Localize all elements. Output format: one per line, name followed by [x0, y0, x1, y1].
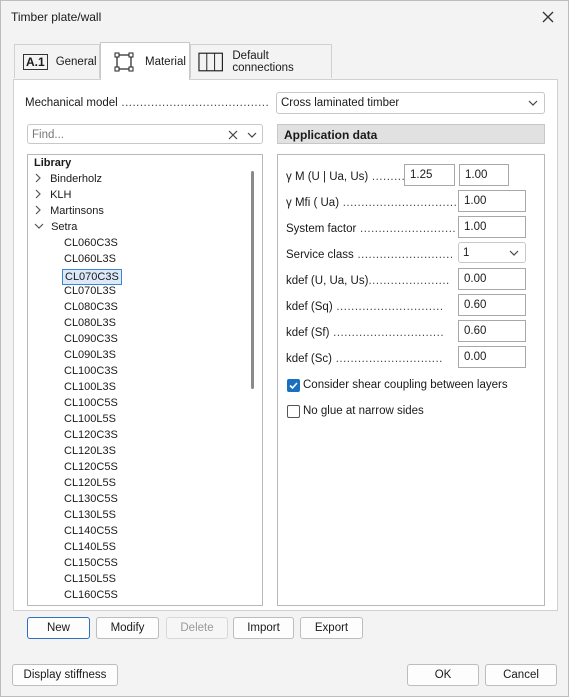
chevron-right-icon[interactable]: [34, 173, 42, 183]
chevron-down-icon: [528, 100, 538, 106]
tab-general-label: General: [55, 55, 97, 68]
kdef-u-label: kdef (U, Ua, Us)......................: [286, 275, 450, 287]
kdef-sq-label: kdef (Sq) .............................: [286, 301, 444, 313]
tab-default-connections[interactable]: Default connections: [190, 44, 332, 78]
general-icon: A.1: [23, 53, 48, 70]
tab-general[interactable]: A.1 General: [14, 44, 100, 78]
shear-coupling-label[interactable]: Consider shear coupling between layers: [303, 379, 508, 391]
tree-item[interactable]: CL080C3S: [64, 301, 118, 317]
tree-item[interactable]: CL060L3S: [64, 253, 116, 269]
chevron-right-icon[interactable]: [34, 189, 42, 199]
kdef-sf-label: kdef (Sf) ..............................: [286, 327, 445, 339]
tree-item[interactable]: CL100C3S: [64, 365, 118, 381]
shear-coupling-checkbox[interactable]: [287, 379, 300, 392]
clear-icon[interactable]: [228, 130, 238, 140]
tree-item[interactable]: CL090C3S: [64, 333, 118, 349]
dialog-window: Timber plate/wall A.1 General Material D…: [0, 0, 569, 697]
tree-root-library: Library: [34, 157, 72, 169]
display-stiffness-button[interactable]: Display stiffness: [12, 664, 118, 686]
tree-item[interactable]: CL160C5S: [64, 589, 118, 605]
kdef-u-input[interactable]: 0.00: [458, 268, 526, 290]
no-glue-label[interactable]: No glue at narrow sides: [303, 405, 424, 417]
tab-default-connections-label: Default connections: [232, 49, 294, 74]
service-class-value: 1: [463, 246, 470, 259]
tree-group-binderholz[interactable]: Binderholz: [34, 173, 102, 189]
chevron-right-icon[interactable]: [34, 205, 42, 215]
import-button[interactable]: Import: [233, 617, 294, 639]
search-placeholder: Find...: [32, 129, 64, 141]
gamma-m-value1-input[interactable]: 1.25: [404, 164, 455, 186]
library-tree[interactable]: Library Binderholz KLH Martinsons Setra …: [27, 154, 263, 606]
mechanical-model-label: Mechanical model .......................…: [25, 97, 270, 109]
chevron-down-icon[interactable]: [34, 222, 44, 230]
kdef-sq-input[interactable]: 0.60: [458, 294, 526, 316]
checkmark-icon: [289, 382, 298, 390]
close-button[interactable]: [532, 3, 564, 31]
cancel-button[interactable]: Cancel: [485, 664, 557, 686]
gamma-m-label: γ M (U | Ua, Us) .........: [286, 171, 406, 183]
no-glue-checkbox[interactable]: [287, 405, 300, 418]
new-button[interactable]: New: [27, 617, 90, 639]
gamma-mfi-input[interactable]: 1.00: [458, 190, 526, 212]
mechanical-model-dropdown[interactable]: Cross laminated timber: [276, 92, 545, 114]
tree-item[interactable]: CL120C5S: [64, 461, 118, 477]
window-title: Timber plate/wall: [11, 10, 102, 24]
tree-item[interactable]: CL100L3S: [64, 381, 116, 397]
application-data-header: Application data: [277, 124, 545, 144]
service-class-label: Service class ..........................: [286, 249, 454, 261]
tree-item[interactable]: CL140L5S: [64, 541, 116, 557]
tree-item-selected[interactable]: CL070C3S: [62, 269, 122, 285]
export-button[interactable]: Export: [300, 617, 363, 639]
gamma-mfi-label: γ Mfi ( Ua) ............................…: [286, 197, 458, 209]
service-class-dropdown[interactable]: 1: [458, 242, 526, 263]
tree-item[interactable]: CL120C3S: [64, 429, 118, 445]
tree-scrollbar[interactable]: [251, 171, 254, 389]
material-icon: [114, 52, 134, 71]
kdef-sc-input[interactable]: 0.00: [458, 346, 526, 368]
tree-group-klh[interactable]: KLH: [34, 189, 71, 205]
tree-item[interactable]: CL120L5S: [64, 477, 116, 493]
tree-group-martinsons[interactable]: Martinsons: [34, 205, 104, 221]
tree-item[interactable]: CL080L3S: [64, 317, 116, 333]
title-bar: Timber plate/wall: [1, 1, 568, 33]
library-search-input[interactable]: Find...: [27, 124, 263, 144]
application-data-panel: γ M (U | Ua, Us) ......... 1.25 1.00 γ M…: [277, 154, 545, 606]
chevron-down-icon: [509, 250, 519, 256]
modify-button[interactable]: Modify: [96, 617, 159, 639]
mechanical-model-value: Cross laminated timber: [281, 97, 400, 109]
tab-material[interactable]: Material: [100, 42, 190, 80]
system-factor-label: System factor ..........................: [286, 223, 457, 235]
delete-button: Delete: [166, 617, 228, 639]
tree-item[interactable]: CL130C5S: [64, 493, 118, 509]
tree-item[interactable]: CL150L5S: [64, 573, 116, 589]
system-factor-input[interactable]: 1.00: [458, 216, 526, 238]
tree-item[interactable]: CL100L5S: [64, 413, 116, 429]
tree-item[interactable]: CL070L3S: [64, 285, 116, 301]
gamma-m-value2-input[interactable]: 1.00: [459, 164, 509, 186]
tab-material-label: Material: [145, 55, 186, 68]
ok-button[interactable]: OK: [407, 664, 479, 686]
tree-item[interactable]: CL140C5S: [64, 525, 118, 541]
tree-item[interactable]: CL130L5S: [64, 509, 116, 525]
connections-icon: [198, 52, 223, 71]
tree-item[interactable]: CL150C5S: [64, 557, 118, 573]
kdef-sf-input[interactable]: 0.60: [458, 320, 526, 342]
tree-item[interactable]: CL120L3S: [64, 445, 116, 461]
kdef-sc-label: kdef (Sc) .............................: [286, 353, 443, 365]
tree-item[interactable]: CL100C5S: [64, 397, 118, 413]
tree-group-setra[interactable]: Setra: [34, 221, 77, 237]
material-tab-content: Mechanical model .......................…: [13, 79, 558, 611]
tree-item[interactable]: CL090L3S: [64, 349, 116, 365]
close-icon: [542, 11, 554, 23]
chevron-down-icon[interactable]: [247, 132, 257, 138]
tree-item[interactable]: CL060C3S: [64, 237, 118, 253]
